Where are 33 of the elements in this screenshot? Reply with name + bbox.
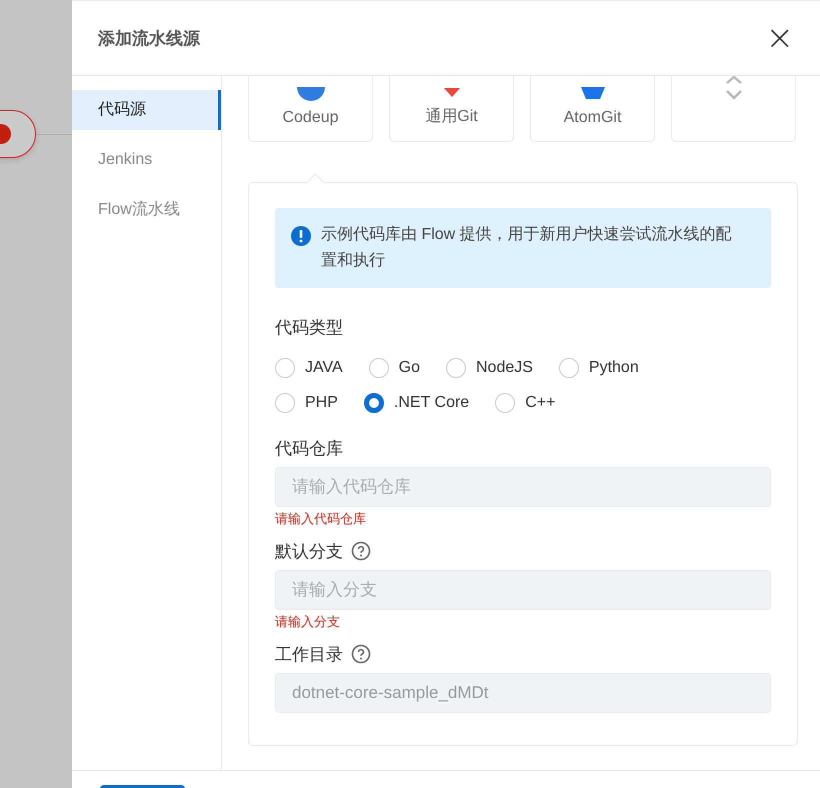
field-label: 工作目录 [275,644,343,666]
radio-label: .NET Core [394,394,470,412]
text-field[interactable]: 请输入分支 [275,570,771,610]
source-card[interactable]: 通用Git [389,76,514,142]
text-field[interactable]: 请输入代码仓库 [275,467,771,507]
source-card[interactable]: AtomGit [530,76,655,142]
diamond-icon [444,88,460,98]
radio-label: JAVA [305,358,343,376]
nav-item[interactable]: 代码源 [72,90,221,130]
source-card[interactable]: Codeup [248,76,373,142]
radio-button[interactable] [364,392,384,412]
radio-label: Go [398,358,420,376]
logo-icon [296,87,324,101]
notice-text: 示例代码库由 Flow 提供，用于新用户快速尝试流水线的配置和执行 [321,224,733,271]
radio-label: NodeJS [476,358,533,376]
field-label: 默认分支 [275,540,343,562]
close-button[interactable]: × [766,21,794,55]
nav-item[interactable]: Flow流水线 [72,190,221,230]
error-message: 请输入分支 [275,613,341,631]
error-message: 请输入代码仓库 [275,510,367,528]
drawer-title: 添加流水线源 [98,28,200,50]
logo-icon [580,87,606,101]
info-icon [291,226,311,246]
field-label: 代码仓库 [275,438,343,460]
help-icon[interactable] [351,541,371,561]
source-card[interactable] [671,76,796,142]
radio-label: Python [588,358,639,376]
expand-icon[interactable] [724,76,744,101]
radio-label: PHP [305,394,338,412]
radio-label: C++ [525,394,556,412]
nav-item[interactable]: Jenkins [72,140,221,180]
field-label: 代码类型 [275,317,344,339]
help-icon[interactable] [351,644,371,664]
